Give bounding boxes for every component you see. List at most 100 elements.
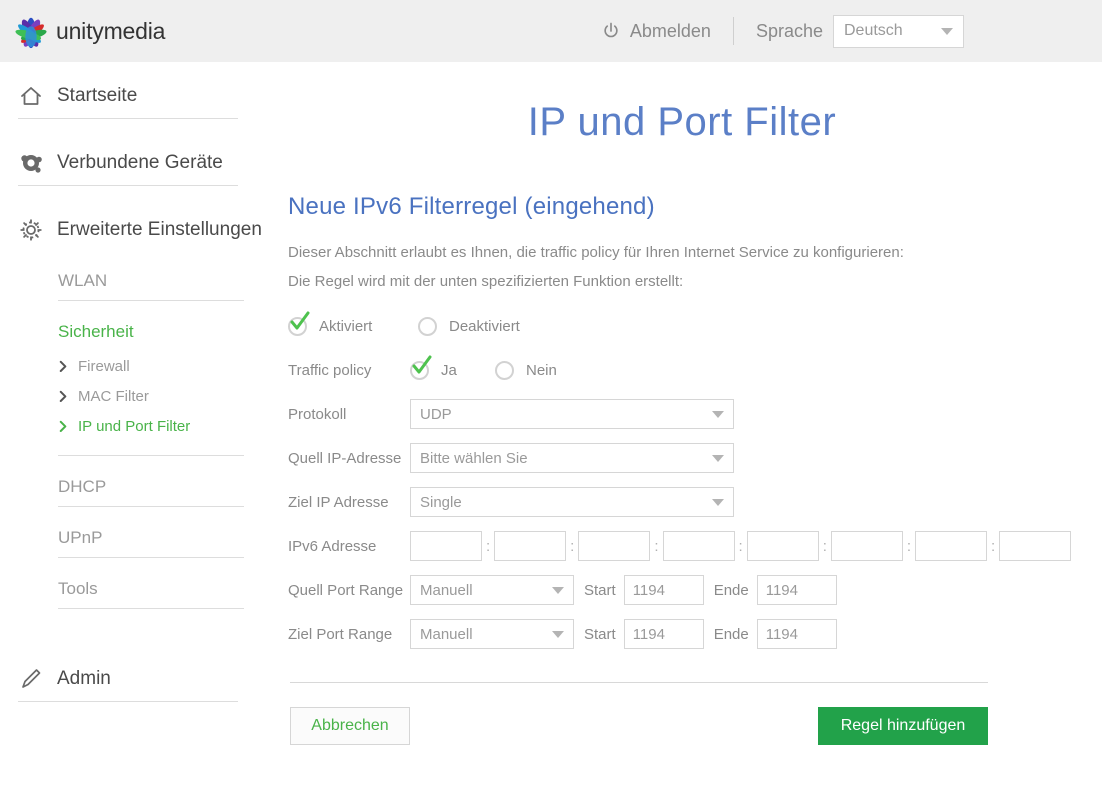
sidebar-item-dhcp[interactable]: DHCP xyxy=(0,468,262,506)
radio-deaktiviert[interactable]: Deaktiviert xyxy=(418,316,520,336)
filter-rule-form: Aktiviert Deaktiviert Traffic policy Ja … xyxy=(288,304,1102,656)
source-port-mode-select[interactable]: Manuell xyxy=(410,575,574,605)
add-rule-button[interactable]: Regel hinzufügen xyxy=(818,707,988,745)
source-ip-row: Quell IP-Adresse Bitte wählen Sie xyxy=(288,436,1102,480)
protocol-value: UDP xyxy=(420,405,452,423)
sidebar-item-admin[interactable]: Admin xyxy=(0,657,262,701)
sidebar-item-upnp[interactable]: UPnP xyxy=(0,519,262,557)
ipv6-segment-8[interactable] xyxy=(999,531,1072,561)
protocol-select[interactable]: UDP xyxy=(410,399,734,429)
dest-port-range-row: Ziel Port Range Manuell Start Ende xyxy=(288,612,1102,656)
source-ip-value: Bitte wählen Sie xyxy=(420,449,528,467)
source-ip-select[interactable]: Bitte wählen Sie xyxy=(410,443,734,473)
radio-nein[interactable]: Nein xyxy=(495,360,557,380)
source-port-end-input[interactable] xyxy=(756,575,837,605)
dest-port-range-label: Ziel Port Range xyxy=(288,625,393,643)
ipv6-address-row: IPv6 Adresse : : : : : : : xyxy=(288,524,1102,568)
sidebar-item-erweiterte-einstellungen[interactable]: Erweiterte Einstellungen xyxy=(0,208,262,252)
dest-port-mode-select[interactable]: Manuell xyxy=(410,619,574,649)
ipv6-address-label: IPv6 Adresse xyxy=(288,537,377,555)
sidebar-rule xyxy=(18,701,238,702)
radio-circle-nein xyxy=(495,360,514,380)
logout-label: Abmelden xyxy=(629,20,711,41)
enable-row: Aktiviert Deaktiviert xyxy=(288,304,1102,348)
radio-ja[interactable]: Ja xyxy=(410,355,495,380)
chevron-down-icon xyxy=(712,454,724,462)
source-port-end-label: Ende xyxy=(713,581,749,599)
chevron-down-icon xyxy=(941,27,953,35)
ipv6-segment-7[interactable] xyxy=(915,531,988,561)
section-title: Neue IPv6 Filterregel (eingehend) xyxy=(288,193,655,220)
radio-aktiviert[interactable]: Aktiviert xyxy=(288,311,418,336)
dest-ip-label: Ziel IP Adresse xyxy=(288,493,389,511)
language-select[interactable]: Deutsch xyxy=(833,14,964,48)
ipv6-segment-2[interactable] xyxy=(494,531,567,561)
header-actions: Abmelden Sprache Deutsch xyxy=(601,0,1102,62)
ipv6-segment-4[interactable] xyxy=(662,531,735,561)
sidebar-item-tools[interactable]: Tools xyxy=(0,570,262,608)
ipv6-segment-1[interactable] xyxy=(410,531,482,561)
dest-port-start-input[interactable] xyxy=(623,619,704,649)
chevron-right-icon xyxy=(59,420,67,432)
description-line-2: Die Regel wird mit der unten spezifizier… xyxy=(288,273,684,290)
main-content: IP und Port Filter Neue IPv6 Filterregel… xyxy=(262,62,1102,787)
ipv6-separator: : xyxy=(822,537,827,555)
sidebar-item-firewall[interactable]: Firewall xyxy=(0,351,262,381)
ipv6-segments: : : : : : : : xyxy=(410,531,1072,561)
sidebar-label-erweiterte-einstellungen: Erweiterte Einstellungen xyxy=(57,219,262,240)
sidebar-label-verbundene-geraete: Verbundene Geräte xyxy=(57,152,223,173)
radio-label-ja: Ja xyxy=(441,361,457,379)
dest-port-end-input[interactable] xyxy=(756,619,837,649)
dest-port-end-label: Ende xyxy=(713,625,749,643)
ipv6-segment-5[interactable] xyxy=(746,531,819,561)
traffic-policy-row: Traffic policy Ja Nein xyxy=(288,348,1102,392)
sidebar-item-startseite[interactable]: Startseite xyxy=(0,74,262,118)
dest-port-mode-value: Manuell xyxy=(420,625,473,643)
chevron-down-icon xyxy=(712,410,724,418)
protocol-row: Protokoll UDP xyxy=(288,392,1102,436)
chevron-down-icon xyxy=(552,586,564,594)
sidebar-label-wlan: WLAN xyxy=(58,271,108,290)
chevron-down-icon xyxy=(712,498,724,506)
ipv6-segment-3[interactable] xyxy=(578,531,651,561)
source-ip-label: Quell IP-Adresse xyxy=(288,449,402,467)
sidebar-label-dhcp: DHCP xyxy=(58,477,107,496)
brand-logo[interactable]: unitymedia xyxy=(12,12,165,50)
logout-button[interactable]: Abmelden xyxy=(601,21,711,42)
radio-circle-aktiviert xyxy=(288,311,310,336)
sidebar-label-admin: Admin xyxy=(57,668,111,689)
sidebar: Startseite Verbundene Geräte Erweiterte … xyxy=(0,62,262,787)
cancel-button[interactable]: Abbrechen xyxy=(290,707,410,745)
chevron-right-icon xyxy=(59,360,67,372)
dest-ip-select[interactable]: Single xyxy=(410,487,734,517)
ipv6-segment-6[interactable] xyxy=(830,531,903,561)
app-header: unitymedia Abmelden Sprache Deutsch xyxy=(0,0,1102,62)
unitymedia-lotus-logo-icon xyxy=(15,17,47,49)
sidebar-item-mac-filter[interactable]: MAC Filter xyxy=(0,381,262,411)
devices-icon xyxy=(21,155,42,173)
language-label: Sprache xyxy=(755,20,823,41)
sidebar-item-ip-und-port-filter[interactable]: IP und Port Filter xyxy=(0,411,262,441)
sidebar-item-wlan[interactable]: WLAN xyxy=(0,262,262,300)
sidebar-label-tools: Tools xyxy=(58,579,98,598)
sidebar-item-verbundene-geraete[interactable]: Verbundene Geräte xyxy=(0,141,262,185)
source-port-range-label: Quell Port Range xyxy=(288,581,404,599)
dest-port-start-label: Start xyxy=(584,625,616,643)
description-line-1: Dieser Abschnitt erlaubt es Ihnen, die t… xyxy=(288,244,904,261)
radio-label-aktiviert: Aktiviert xyxy=(319,317,373,335)
power-icon xyxy=(604,22,618,38)
chevron-right-icon xyxy=(59,390,67,402)
protocol-label: Protokoll xyxy=(288,405,347,423)
ipv6-separator: : xyxy=(486,537,491,555)
pencil-icon xyxy=(22,669,41,688)
source-port-start-input[interactable] xyxy=(623,575,704,605)
sidebar-label-ip-und-port-filter: IP und Port Filter xyxy=(78,417,191,435)
source-port-range-row: Quell Port Range Manuell Start Ende xyxy=(288,568,1102,612)
page-title: IP und Port Filter xyxy=(527,100,837,144)
dest-ip-value: Single xyxy=(420,493,462,511)
header-divider xyxy=(732,17,734,45)
sidebar-label-mac-filter: MAC Filter xyxy=(78,387,149,405)
radio-label-nein: Nein xyxy=(526,361,557,379)
sidebar-item-sicherheit[interactable]: Sicherheit xyxy=(0,313,262,351)
radio-circle-ja xyxy=(410,355,432,380)
